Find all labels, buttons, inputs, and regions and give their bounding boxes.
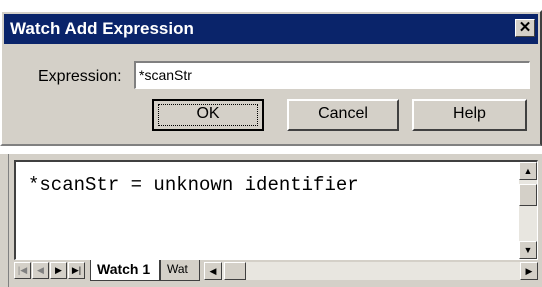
watch-pane[interactable]: *scanStr = unknown identifier ▲ ▼	[14, 160, 538, 260]
expression-label: Expression:	[38, 68, 122, 85]
cancel-button[interactable]: Cancel	[287, 99, 399, 131]
hscroll-thumb[interactable]	[224, 262, 246, 280]
tab-watch-1[interactable]: Watch 1	[90, 260, 160, 281]
last-page-icon[interactable]: ▶|	[68, 262, 85, 279]
ok-button[interactable]: OK	[152, 99, 264, 131]
prev-page-icon[interactable]: ◀	[32, 262, 49, 279]
vertical-scrollbar[interactable]: ▲ ▼	[519, 162, 537, 259]
watch-add-expression-dialog: Watch Add Expression ✕ Expression: *scan…	[0, 10, 542, 146]
close-button[interactable]: ✕	[515, 19, 535, 37]
watch-window: *scanStr = unknown identifier ▲ ▼ |◀ ◀ ▶…	[0, 154, 542, 287]
scroll-left-arrow-icon[interactable]: ◀	[204, 262, 222, 280]
scroll-down-arrow-icon[interactable]: ▼	[519, 241, 537, 259]
scroll-thumb[interactable]	[519, 184, 537, 206]
first-page-icon[interactable]: |◀	[14, 262, 31, 279]
expression-input[interactable]: *scanStr	[134, 61, 530, 89]
tab-watch-2[interactable]: Wat	[160, 260, 200, 281]
watch-window-edge	[0, 154, 9, 287]
horizontal-scrollbar[interactable]: ◀ ▶	[204, 262, 538, 280]
title-bar[interactable]: Watch Add Expression ✕	[4, 14, 538, 44]
watch-expression-line[interactable]: *scanStr = unknown identifier	[28, 174, 359, 196]
dialog-title: Watch Add Expression	[10, 19, 194, 38]
scroll-up-arrow-icon[interactable]: ▲	[519, 162, 537, 180]
close-icon: ✕	[518, 19, 532, 36]
scroll-right-arrow-icon[interactable]: ▶	[520, 262, 538, 280]
watch-tab-bar: |◀ ◀ ▶ ▶| Watch 1 Wat ◀ ▶	[14, 260, 538, 282]
help-button[interactable]: Help	[412, 99, 527, 131]
focus-rect	[158, 104, 258, 126]
next-page-icon[interactable]: ▶	[50, 262, 67, 279]
